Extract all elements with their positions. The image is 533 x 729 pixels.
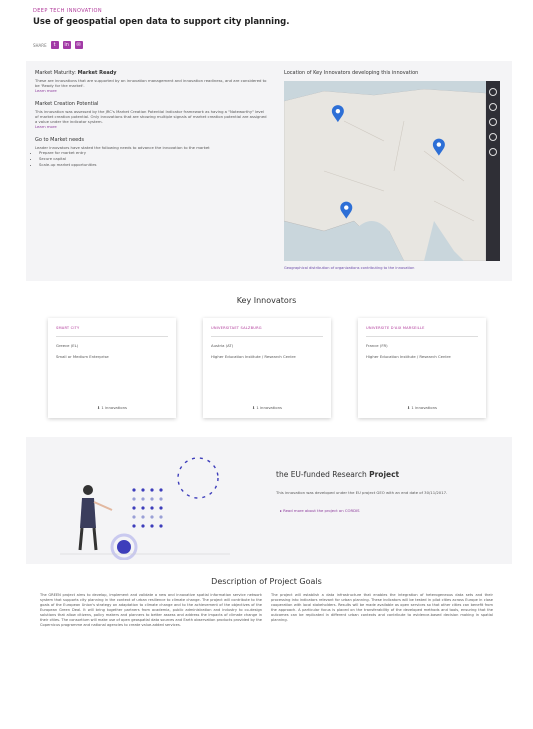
home-icon[interactable] xyxy=(489,88,497,96)
map-pin-dot xyxy=(344,205,349,210)
market-needs-list: Prepare for market entry Secure capital … xyxy=(35,150,267,168)
share-label: SHARE xyxy=(33,42,47,48)
email-icon[interactable]: ✉ xyxy=(74,41,83,49)
map-pin-dot xyxy=(335,108,341,114)
innovator-type: Higher Education Institute / Research Ce… xyxy=(366,354,451,359)
layers-icon[interactable] xyxy=(489,148,497,156)
decor-dot xyxy=(150,524,154,528)
decor-dot xyxy=(159,506,163,510)
innovator-location: Austria (AT) xyxy=(211,343,234,348)
market-maturity-heading: Market Maturity: Market Ready xyxy=(35,70,117,76)
market-creation-text: This innovation was assessed by the JRC'… xyxy=(35,109,267,124)
decor-dot xyxy=(159,524,163,528)
decor-dot xyxy=(141,524,145,528)
list-item: Scale-up market opportunities xyxy=(39,162,267,168)
innovator-name[interactable]: UNIVERSITE D'AIX MARSEILLE xyxy=(366,326,478,337)
decor-dot xyxy=(159,488,163,492)
innovator-count: ⬇ 1 innovations xyxy=(406,405,438,410)
decor-dot xyxy=(141,488,145,492)
zoom-in-icon[interactable] xyxy=(489,103,497,111)
linkedin-icon[interactable]: in xyxy=(62,41,71,49)
map-pin-dot xyxy=(436,142,442,147)
share-bar: SHARE t in ✉ xyxy=(33,41,83,49)
decor-dot xyxy=(132,506,136,510)
innovator-card[interactable]: UNIVERSITAET SALZBURG Austria (AT) Highe… xyxy=(203,318,331,418)
decor-dot xyxy=(132,497,136,501)
innovator-location: France (FR) xyxy=(366,343,388,348)
page-title: Use of geospatial open data to support c… xyxy=(33,17,290,27)
decor-dot xyxy=(150,506,154,510)
market-creation-heading: Market Creation Potential xyxy=(35,101,99,107)
project-text: This innovation was developed under the … xyxy=(276,490,448,495)
decor-dot xyxy=(150,488,154,492)
innovator-count: ⬇ 1 innovations xyxy=(251,405,283,410)
description-title: Description of Project Goals xyxy=(211,577,322,586)
learn-more-link[interactable]: Learn more xyxy=(35,88,267,93)
decor-dot xyxy=(141,497,145,501)
innovator-card[interactable]: UNIVERSITE D'AIX MARSEILLE France (FR) H… xyxy=(358,318,486,418)
innovator-card[interactable]: SMART CITY Greece (EL) Small or Medium E… xyxy=(48,318,176,418)
innovator-name[interactable]: UNIVERSITAET SALZBURG xyxy=(211,326,323,337)
decor-dot xyxy=(141,515,145,519)
market-needs-heading: Go to Market needs xyxy=(35,137,85,143)
project-title: the EU-funded Research Project xyxy=(276,470,400,479)
decor-dot xyxy=(132,488,136,492)
innovator-type: Small or Medium Enterprise xyxy=(56,354,109,359)
innovator-location: Greece (EL) xyxy=(56,343,79,348)
decor-dot xyxy=(159,515,163,519)
fullscreen-icon[interactable] xyxy=(489,133,497,141)
decor-dot xyxy=(159,497,163,501)
market-info: Market Maturity: Market Ready These are … xyxy=(35,70,267,168)
market-creation-learn-more-link[interactable]: Learn more xyxy=(35,124,267,129)
page-kicker: DEEP TECH INNOVATION xyxy=(33,8,102,14)
description-col-2: The project will establish a data infras… xyxy=(271,593,493,622)
zoom-out-icon[interactable] xyxy=(489,118,497,126)
decor-dot xyxy=(132,524,136,528)
map-footnote[interactable]: Geographical distribution of organizatio… xyxy=(284,266,414,270)
decor-dot xyxy=(150,515,154,519)
market-maturity-text: These are innovations that are supported… xyxy=(35,78,267,88)
decor-dot xyxy=(141,506,145,510)
cordis-link[interactable]: ▸ Read more about the project on CORDIS xyxy=(280,508,360,513)
map-label: Location of Key Innovators developing th… xyxy=(284,70,419,76)
research-illustration xyxy=(60,457,230,560)
description-col-1: The GREEN project aims to develop, imple… xyxy=(40,593,262,627)
decor-dot xyxy=(132,515,136,519)
innovator-count: ⬇ 1 innovations xyxy=(96,405,128,410)
map-controls xyxy=(486,81,500,261)
key-innovators-title: Key Innovators xyxy=(236,296,297,305)
twitter-icon[interactable]: t xyxy=(50,41,59,49)
innovator-map[interactable] xyxy=(284,81,500,261)
decor-dot xyxy=(150,497,154,501)
innovator-type: Higher Education Institute / Research Ce… xyxy=(211,354,296,359)
innovator-name[interactable]: SMART CITY xyxy=(56,326,168,337)
map-canvas xyxy=(284,81,500,261)
